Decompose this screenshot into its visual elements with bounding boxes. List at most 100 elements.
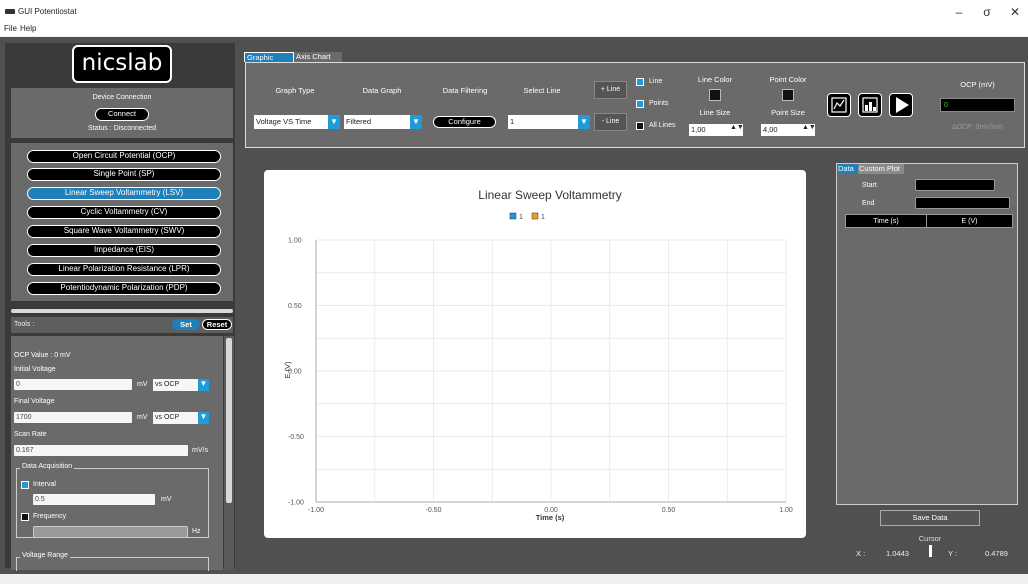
add-line-button[interactable]: + Line — [594, 81, 627, 99]
play-icon — [896, 97, 909, 113]
select-line-label: Select Line — [523, 86, 561, 95]
end-label: End — [862, 200, 875, 207]
column-header-time[interactable]: Time (s) — [845, 214, 927, 228]
chart-grid — [315, 239, 787, 503]
initial-voltage-label: Initial Voltage — [14, 366, 56, 373]
reset-button[interactable]: Reset — [202, 319, 232, 330]
tech-sp-button[interactable]: Single Point (SP) — [27, 168, 221, 181]
connect-button[interactable]: Connect — [95, 108, 149, 121]
final-voltage-input[interactable]: 1700 — [14, 412, 132, 423]
panel-splitter[interactable] — [11, 309, 233, 313]
chart-view-button[interactable] — [827, 93, 851, 117]
chevron-down-icon[interactable]: ▼ — [328, 115, 340, 129]
chevron-down-icon[interactable]: ▼ — [578, 115, 590, 129]
point-color-label: Point Color — [769, 75, 807, 84]
line-check-label: Line — [649, 78, 663, 85]
lsv-chart[interactable]: Linear Sweep Voltammetry 11 -1.00 -0.50 0.… — [264, 170, 806, 538]
tech-eis-button[interactable]: Impedance (EIS) — [27, 244, 221, 257]
tab-axis-chart[interactable]: Axis Chart — [294, 52, 342, 62]
menu-file[interactable]: File — [4, 24, 17, 33]
remove-line-button[interactable]: - Line — [594, 113, 627, 131]
technique-panel — [11, 143, 233, 301]
delta-ocp-text: ΔOCP: 0mV/min — [951, 124, 1004, 131]
interval-checkbox[interactable] — [21, 481, 29, 489]
minimize-button[interactable]: – — [948, 3, 970, 21]
spin-arrows-icon[interactable]: ▲▼ — [802, 124, 816, 131]
line-color-label: Line Color — [697, 75, 733, 84]
interval-label: Interval — [33, 481, 56, 488]
tab-custom-plot[interactable]: Custom Plot — [858, 164, 904, 174]
set-button[interactable]: Set — [172, 319, 200, 330]
point-color-swatch[interactable] — [782, 89, 794, 101]
line-size-label: Line Size — [699, 108, 731, 117]
tech-pdp-button[interactable]: Potentiodynamic Polarization (PDP) — [27, 282, 221, 295]
ocp-label: OCP (mV) — [960, 80, 995, 89]
chevron-down-icon[interactable]: ▼ — [198, 412, 209, 424]
data-acquisition-label: Data Acquisition — [20, 463, 75, 470]
final-reference-select[interactable]: vs OCP — [153, 412, 198, 424]
voltage-range-group — [16, 557, 209, 571]
points-check-label: Points — [649, 100, 669, 107]
chevron-down-icon[interactable]: ▼ — [410, 115, 422, 129]
x-tick-label: 1.00 — [779, 507, 793, 514]
parameters-scroll-thumb[interactable] — [226, 338, 232, 503]
start-label: Start — [862, 182, 877, 189]
graph-type-select[interactable]: Voltage VS Time — [254, 115, 328, 129]
initial-voltage-input[interactable]: 0 — [14, 379, 132, 390]
title-bar — [0, 0, 1028, 24]
bar-chart-icon — [862, 97, 878, 113]
points-checkbox[interactable] — [636, 100, 644, 108]
close-button[interactable]: ✕ — [1004, 3, 1026, 21]
frequency-checkbox[interactable] — [21, 513, 29, 521]
column-header-e[interactable]: E (V) — [926, 214, 1013, 228]
initial-reference-select[interactable]: vs OCP — [153, 379, 198, 391]
data-graph-label: Data Graph — [362, 86, 402, 95]
run-button[interactable] — [889, 93, 913, 117]
end-input[interactable] — [915, 197, 1010, 209]
data-filtering-label: Data Filtering — [442, 86, 488, 95]
scan-rate-input[interactable]: 0.167 — [14, 445, 188, 456]
interval-input[interactable]: 0.5 — [33, 494, 155, 505]
tech-cv-button[interactable]: Cyclic Voltammetry (CV) — [27, 206, 221, 219]
ocp-display: 0 — [940, 98, 1015, 112]
window-title: GUI Potentiostat — [18, 7, 77, 16]
tech-lsv-button[interactable]: Linear Sweep Voltammetry (LSV) — [27, 187, 221, 200]
chevron-down-icon[interactable]: ▼ — [198, 379, 209, 391]
tab-graphic-chart[interactable]: Graphic Chart — [244, 52, 294, 72]
line-color-swatch[interactable] — [709, 89, 721, 101]
tech-lpr-button[interactable]: Linear Polarization Resistance (LPR) — [27, 263, 221, 276]
maximize-button[interactable]: σ — [976, 3, 998, 21]
legend-swatch — [531, 212, 539, 220]
tab-data[interactable]: Data — [837, 164, 858, 174]
frequency-unit: Hz — [192, 528, 201, 535]
tech-ocp-button[interactable]: Open Circuit Potential (OCP) — [27, 150, 221, 163]
frequency-label: Frequency — [33, 513, 67, 520]
export-chart-button[interactable] — [858, 93, 882, 117]
tech-swv-button[interactable]: Square Wave Voltammetry (SWV) — [27, 225, 221, 238]
configure-button[interactable]: Configure — [433, 116, 496, 128]
spin-arrows-icon[interactable]: ▲▼ — [730, 124, 744, 131]
start-input[interactable] — [915, 179, 995, 191]
y-tick-label: -1.00 — [288, 500, 304, 507]
interval-unit: mV — [161, 496, 172, 503]
cursor-y-value: 0.4789 — [985, 549, 1008, 558]
initial-voltage-unit: mV — [137, 381, 148, 388]
connection-status: Status : Disconnected — [87, 125, 157, 132]
ocp-value-text: OCP Value : 0 mV — [14, 352, 71, 359]
select-line-select[interactable]: 1 — [508, 115, 578, 129]
data-graph-select[interactable]: Filtered — [344, 115, 410, 129]
cursor-divider — [929, 545, 932, 557]
cursor-label: Cursor — [918, 534, 942, 543]
device-connection-title: Device Connection — [92, 94, 152, 101]
all-lines-checkbox[interactable] — [636, 122, 644, 130]
save-data-button[interactable]: Save Data — [880, 510, 980, 526]
chart-title: Linear Sweep Voltammetry — [478, 188, 621, 202]
tools-label: Tools : — [14, 321, 35, 328]
cursor-y-label: Y : — [948, 549, 958, 558]
x-tick-label: -0.50 — [426, 507, 442, 514]
frequency-input[interactable] — [33, 526, 188, 538]
menu-help[interactable]: Help — [20, 24, 36, 33]
final-voltage-label: Final Voltage — [14, 398, 55, 405]
line-checkbox[interactable] — [636, 78, 644, 86]
y-tick-label: -0.50 — [288, 434, 304, 441]
